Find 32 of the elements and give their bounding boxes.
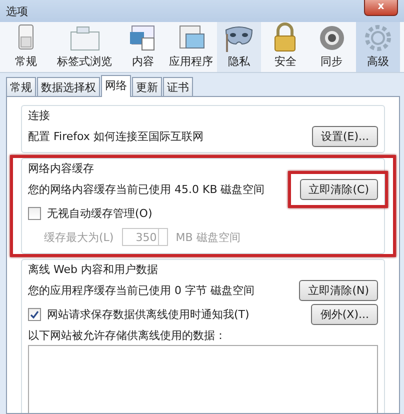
checkbox-label[interactable]: 网站请求保存数据供离线使用时通知我(T) [47,306,250,322]
checkbox[interactable] [28,206,41,220]
window-title: 选项 [6,4,28,19]
status-text: 您的应用程序缓存当前已使用 0 字节 磁盘空间 [28,282,254,298]
section-title: 离线 Web 内容和用户数据 [28,262,158,277]
section-title: 连接 [28,108,50,123]
toolbar-button[interactable]: 内容 [120,22,165,72]
toolbar-button[interactable]: 高级 [356,22,400,72]
toolbar-button[interactable]: 安全 [263,22,308,72]
toolbar-button[interactable]: 常规 [4,22,48,72]
toolbar-button[interactable]: 同步 [309,22,354,72]
tab[interactable]: 网络 [101,75,131,97]
status-text: 您的网络内容缓存当前已使用 45.0 KB 磁盘空间 [28,182,265,196]
button[interactable]: 立即清除(C) [300,178,378,200]
field-label: 缓存最大为(L) [44,230,114,244]
button[interactable]: 立即清除(N) [299,280,378,300]
tab[interactable]: 常规 [6,77,36,96]
section-title: 网络内容缓存 [28,161,94,176]
status-text: 配置 Firefox 如何连接至国际互联网 [28,128,204,144]
checkbox-label[interactable]: 无视自动缓存管理(O) [47,206,152,220]
button[interactable]: 例外(X)... [311,304,378,324]
toolbar-button[interactable]: 标签式浏览 [50,22,119,72]
tab[interactable]: 证书 [163,77,193,96]
toolbar-button[interactable]: 应用程序 [166,22,215,72]
checkbox[interactable] [28,308,41,320]
tab[interactable]: 数据选择权 [37,77,100,96]
toolbar-button[interactable]: 隐私 [216,22,262,72]
button[interactable]: 设置(E)... [312,126,378,146]
list-caption: 以下网站被允许存储供离线使用的数据： [28,328,226,342]
tab[interactable]: 更新 [132,77,162,96]
site-list[interactable] [28,345,378,413]
unit-label: MB 磁盘空间 [176,230,240,244]
